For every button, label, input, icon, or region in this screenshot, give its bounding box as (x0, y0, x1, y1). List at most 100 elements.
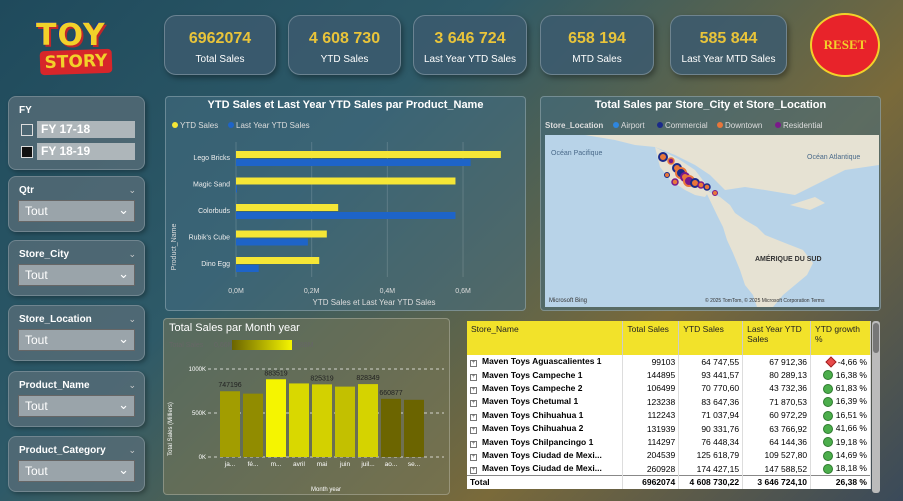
green-circle-icon (823, 463, 834, 474)
expand-icon[interactable]: + (470, 467, 477, 475)
month-bar[interactable] (335, 386, 355, 457)
table-row[interactable]: + Maven Toys Chihuahua 2 131939 90 331,76 63… (467, 421, 871, 436)
cell-growth: 61,83 % (810, 381, 871, 396)
month-bar[interactable] (266, 379, 286, 457)
bar-ytd[interactable] (236, 204, 339, 211)
bar-ytd[interactable] (236, 151, 501, 158)
table-row[interactable]: + Maven Toys Ciudad de Mexi... 204539 125 6… (467, 448, 871, 463)
store-city-dropdown[interactable]: Tout ⌄ (18, 264, 135, 286)
fy-option-label: FY 18-19 (37, 143, 135, 160)
table-row[interactable]: + Maven Toys Campeche 2 106499 70 770,60 43 … (467, 381, 871, 396)
table-row[interactable]: + Maven Toys Ciudad de Mexi... 260928 174 4… (467, 462, 871, 476)
y-tick-label: Dino Egg (201, 261, 230, 268)
qtr-dropdown[interactable]: Tout ⌄ (18, 200, 135, 222)
month-bar[interactable] (404, 399, 424, 457)
bar-ly-ytd[interactable] (236, 212, 456, 219)
cell-total-sales: 204539 (622, 448, 680, 463)
bar-ly-ytd[interactable] (236, 265, 259, 272)
bar-ytd[interactable] (236, 177, 456, 185)
store-location-dropdown[interactable]: Tout ⌄ (18, 329, 135, 351)
cell-ytd-sales: 70 770,60 (678, 381, 744, 396)
store-marker[interactable] (664, 172, 670, 178)
table-row[interactable]: + Maven Toys Chilpancingo 1 114297 76 448,3… (467, 435, 871, 449)
cell-total-sales: 123238 (622, 395, 680, 409)
reset-button[interactable]: RESET (810, 13, 880, 77)
bar-ytd[interactable] (236, 230, 327, 238)
month-bar[interactable] (381, 398, 401, 457)
store-marker[interactable] (658, 152, 668, 162)
cell-ly-ytd-sales: 63 766,92 (742, 421, 812, 436)
table-row[interactable]: + Maven Toys Chetumal 1 123238 83 647,36 71 … (467, 395, 871, 409)
expand-icon[interactable]: + (470, 440, 477, 448)
legend-commercial[interactable]: Commercial (657, 121, 708, 130)
bar-ytd[interactable] (236, 257, 320, 264)
cell-store-name: + Maven Toys Campeche 1 (467, 368, 624, 382)
chevron-down-icon[interactable]: ⌄ (118, 462, 129, 478)
cell-store-name: + Maven Toys Chihuahua 1 (467, 408, 624, 422)
chevron-down-icon[interactable]: ⌄ (118, 397, 129, 413)
chevron-down-icon[interactable]: ⌄ (128, 380, 136, 391)
data-label: 660877 (379, 390, 402, 397)
chevron-down-icon[interactable]: ⌄ (118, 202, 129, 218)
expand-icon[interactable]: + (470, 427, 477, 435)
col-header-total-sales[interactable]: Total Sales (622, 321, 680, 355)
month-bar[interactable] (243, 393, 263, 457)
store-marker[interactable] (712, 190, 718, 196)
cell-total-sales: 114297 (622, 435, 680, 449)
cell-ytd-sales: 71 037,94 (678, 408, 744, 422)
chevron-down-icon[interactable]: ⌄ (128, 445, 136, 456)
cell-ytd-sales: 125 618,79 (678, 448, 744, 463)
chevron-down-icon[interactable]: ⌄ (128, 249, 136, 260)
product-name-dropdown[interactable]: Tout ⌄ (18, 395, 135, 417)
month-bar[interactable] (358, 384, 378, 457)
chevron-down-icon[interactable]: ⌄ (128, 314, 136, 325)
dropdown-value: Tout (25, 464, 48, 478)
legend-airport[interactable]: Airport (613, 121, 645, 130)
store-marker[interactable] (667, 157, 675, 165)
col-header-store-name[interactable]: Store_Name (467, 321, 624, 355)
bar-ly-ytd[interactable] (236, 159, 471, 166)
chevron-down-icon[interactable]: ⌄ (118, 331, 129, 347)
cell-growth: 16,39 % (810, 395, 871, 409)
chevron-down-icon[interactable]: ⌄ (128, 185, 136, 196)
cell-ly-ytd-sales: 67 912,36 (742, 355, 812, 369)
checkbox-icon[interactable] (21, 124, 33, 136)
x-tick-label: 0,2M (304, 288, 320, 295)
month-bar[interactable] (289, 383, 309, 457)
cell-ytd-sales: 4 608 730,22 (678, 475, 744, 489)
expand-icon[interactable]: + (470, 360, 477, 368)
product-category-dropdown[interactable]: Tout ⌄ (18, 460, 135, 482)
cell-store-name: + Maven Toys Chilpancingo 1 (467, 435, 624, 449)
expand-icon[interactable]: + (470, 413, 477, 421)
map-credit: © 2025 TomTom, © 2025 Microsoft Corporat… (705, 297, 825, 304)
expand-icon[interactable]: + (470, 386, 477, 394)
expand-icon[interactable]: + (470, 373, 477, 381)
bar-ly-ytd[interactable] (236, 185, 237, 193)
store-marker[interactable] (697, 181, 705, 189)
col-header-ytd-sales[interactable]: YTD Sales (678, 321, 744, 355)
checkbox-checked-icon[interactable] (21, 146, 33, 158)
store-marker[interactable] (703, 183, 711, 191)
col-header-ytd-growth[interactable]: YTD growth % (810, 321, 871, 355)
table-row[interactable]: + Maven Toys Campeche 1 144895 93 441,57 80 … (467, 368, 871, 382)
col-header-ly-ytd-sales[interactable]: Last Year YTD Sales (742, 321, 812, 355)
legend-downtown[interactable]: Downtown (717, 121, 762, 130)
month-bar[interactable] (312, 384, 332, 457)
table-row[interactable]: + Maven Toys Chihuahua 1 112243 71 037,94 60… (467, 408, 871, 422)
chevron-down-icon[interactable]: ⌄ (118, 266, 129, 282)
cell-total-label: Total (467, 475, 624, 489)
month-bar[interactable] (220, 391, 240, 457)
expand-icon[interactable]: + (470, 453, 477, 461)
scrollbar-thumb[interactable] (873, 323, 879, 353)
table-scrollbar[interactable] (872, 321, 880, 493)
x-axis-label: Month year (311, 487, 341, 493)
x-tick-label: juin (339, 461, 351, 468)
bar-ly-ytd[interactable] (236, 238, 308, 246)
expand-icon[interactable]: + (470, 400, 477, 408)
store-marker[interactable] (671, 178, 679, 186)
cell-ly-ytd-sales: 80 289,13 (742, 368, 812, 382)
table-row[interactable]: + Maven Toys Aguascalientes 1 99103 64 747,… (467, 355, 871, 369)
map-canvas[interactable]: Océan Pacifique Océan Atlantique AMÉRIQU… (545, 135, 879, 307)
cell-store-name: + Maven Toys Aguascalientes 1 (467, 355, 624, 369)
legend-residential[interactable]: Residential (775, 121, 823, 130)
